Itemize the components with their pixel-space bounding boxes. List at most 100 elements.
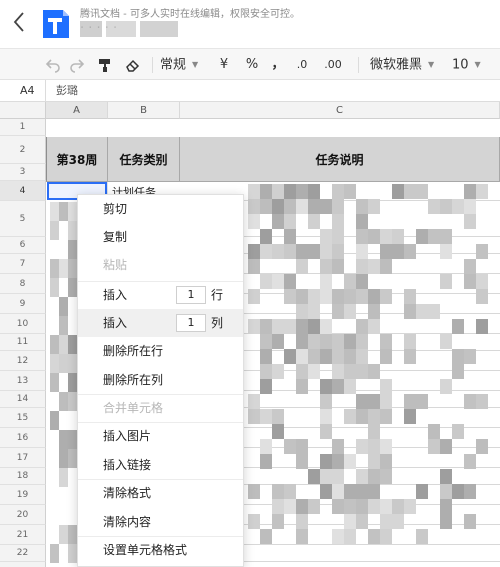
mosaic-block: [416, 484, 428, 499]
mosaic-block: [320, 484, 332, 499]
eraser-icon[interactable]: [122, 55, 144, 75]
row-header-4[interactable]: 4: [0, 181, 46, 201]
menu-item-merge-cells[interactable]: 合并单元格: [78, 394, 243, 422]
column-header-b[interactable]: B: [108, 102, 180, 119]
mosaic-block: [68, 525, 77, 544]
row-header-18[interactable]: 18: [0, 468, 46, 485]
menu-item-delete-column[interactable]: 删除所在列: [78, 366, 243, 394]
header-cell-week[interactable]: 第38周: [46, 137, 108, 182]
back-arrow-icon[interactable]: [12, 10, 32, 36]
header-cell-task-description[interactable]: 任务说明: [180, 137, 500, 182]
mosaic-block: [308, 349, 320, 364]
row-header-3[interactable]: 3: [0, 164, 46, 181]
thousands-separator-button[interactable]: ，: [268, 55, 288, 75]
mosaic-block: [476, 274, 488, 289]
mosaic-block: [416, 394, 428, 409]
font-size-label: 10: [452, 57, 469, 73]
mosaic-block: [272, 199, 284, 214]
row-header-19[interactable]: 19: [0, 485, 46, 505]
mosaic-block: [296, 529, 308, 544]
increase-decimal-button[interactable]: .00: [318, 55, 348, 75]
menu-item-paste[interactable]: 粘贴: [78, 251, 243, 279]
menu-item-insert-link[interactable]: 插入链接: [78, 451, 243, 479]
row-header-8[interactable]: 8: [0, 274, 46, 294]
formula-input[interactable]: 彭璐: [56, 80, 78, 102]
mosaic-block: [260, 349, 272, 364]
percent-button[interactable]: %: [242, 55, 262, 75]
format-painter-icon[interactable]: [94, 55, 116, 75]
mosaic-block: [332, 289, 344, 304]
font-size-select[interactable]: 10 ▼: [452, 55, 490, 75]
mosaic-block: [260, 199, 272, 214]
row-header-13[interactable]: 13: [0, 371, 46, 391]
mosaic-block: [332, 499, 344, 514]
menu-item-insert-column[interactable]: 插入 1 列: [78, 309, 243, 337]
menu-item-insert-image[interactable]: 插入图片: [78, 422, 243, 450]
mosaic-block: [368, 499, 380, 514]
menu-item-delete-row[interactable]: 删除所在行: [78, 337, 243, 365]
row-header-2[interactable]: 2: [0, 136, 46, 164]
column-header-c[interactable]: C: [180, 102, 500, 119]
mosaic-block: [404, 409, 416, 424]
font-family-select[interactable]: 微软雅黑 ▼: [370, 55, 438, 75]
toolbar-divider: [358, 57, 359, 73]
mosaic-block: [68, 354, 77, 373]
mosaic-block: [320, 469, 332, 484]
mosaic-block: [248, 244, 260, 259]
undo-icon[interactable]: [42, 55, 64, 75]
document-title[interactable]: · · · · ·: [80, 21, 180, 37]
menu-item-label: 删除所在行: [103, 344, 164, 358]
spreadsheet-grid[interactable]: A B C 1 2 3 4 5 6 7 8 9 10 11 12 13 14 15 16 17 18 19 20 21 2…: [0, 102, 500, 567]
decrease-decimal-button[interactable]: .0: [290, 55, 314, 75]
row-header-9[interactable]: 9: [0, 294, 46, 314]
row-header-22[interactable]: 22: [0, 545, 46, 562]
row-header-1[interactable]: 1: [0, 119, 46, 136]
row-header-11[interactable]: 11: [0, 334, 46, 351]
mosaic-block: [284, 439, 296, 454]
mosaic-block: [59, 449, 68, 468]
menu-item-copy[interactable]: 复制: [78, 223, 243, 251]
mosaic-block: [260, 529, 272, 544]
menu-item-insert-row[interactable]: 插入 1 行: [78, 281, 243, 309]
menu-item-cut[interactable]: 剪切: [78, 195, 243, 223]
row-header-23[interactable]: 23: [0, 562, 46, 567]
row-header-15[interactable]: 15: [0, 408, 46, 428]
redo-icon[interactable]: [66, 55, 88, 75]
menu-item-label: 插入: [103, 288, 128, 302]
menu-item-label: 粘贴: [103, 258, 128, 272]
mosaic-block: [320, 319, 332, 334]
mosaic-block: [368, 439, 380, 454]
row-header-5[interactable]: 5: [0, 201, 46, 237]
row-header-16[interactable]: 16: [0, 428, 46, 448]
mosaic-block: [344, 379, 356, 394]
cell-reference[interactable]: A4: [0, 80, 46, 102]
mosaic-block: [272, 214, 284, 229]
number-format-select[interactable]: 常规 ▼: [160, 55, 210, 75]
header-cell-task-type[interactable]: 任务类别: [108, 137, 180, 182]
row-header-20[interactable]: 20: [0, 505, 46, 525]
menu-item-label: 插入图片: [103, 429, 152, 443]
currency-button[interactable]: ¥: [214, 55, 234, 75]
menu-item-format-cells[interactable]: 设置单元格格式: [78, 536, 243, 564]
row-header-12[interactable]: 12: [0, 351, 46, 371]
mosaic-block: [272, 409, 284, 424]
menu-item-clear-content[interactable]: 清除内容: [78, 508, 243, 536]
insert-column-count-input[interactable]: 1: [176, 314, 206, 332]
row-header-21[interactable]: 21: [0, 525, 46, 545]
mosaic-block: [59, 202, 68, 221]
mosaic-block: [284, 289, 296, 304]
row-header-7[interactable]: 7: [0, 254, 46, 274]
select-all-corner[interactable]: [0, 102, 46, 119]
row-header-10[interactable]: 10: [0, 314, 46, 334]
insert-row-count-input[interactable]: 1: [176, 286, 206, 304]
mosaic-block: [356, 409, 368, 424]
mosaic-block: [50, 354, 59, 373]
column-header-a[interactable]: A: [46, 102, 108, 119]
mosaic-block: [368, 289, 380, 304]
mosaic-block: [368, 469, 380, 484]
row-header-17[interactable]: 17: [0, 448, 46, 468]
menu-item-clear-format[interactable]: 清除格式: [78, 479, 243, 507]
mosaic-block: [356, 199, 368, 214]
row-header-14[interactable]: 14: [0, 391, 46, 408]
row-header-6[interactable]: 6: [0, 237, 46, 254]
